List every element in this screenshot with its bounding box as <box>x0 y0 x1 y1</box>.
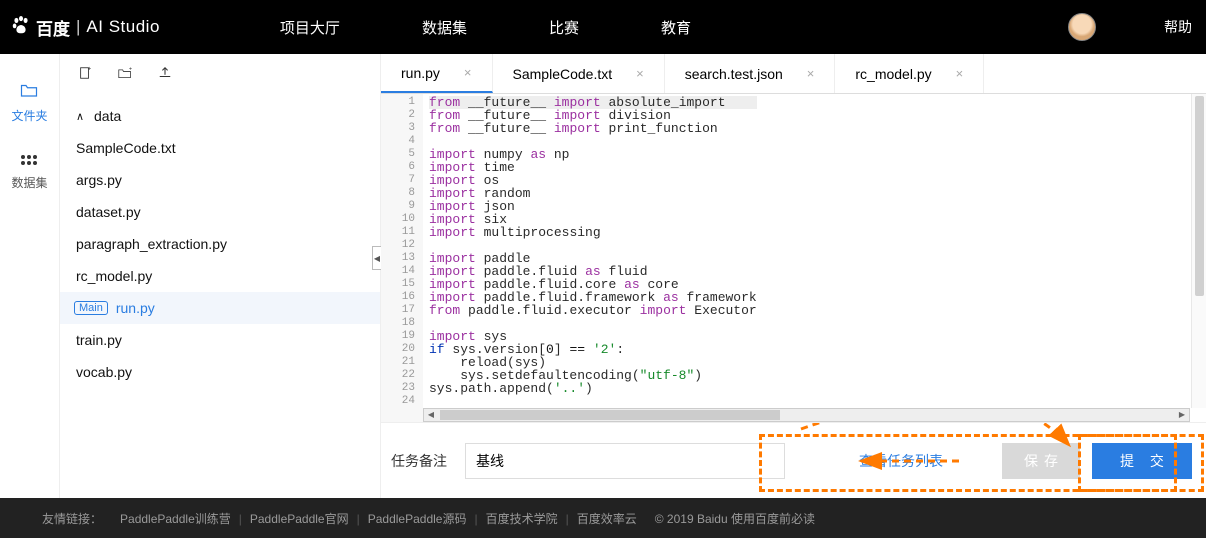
submit-button[interactable]: 提 交 <box>1092 443 1192 479</box>
close-icon[interactable]: × <box>807 66 815 81</box>
nav-projects[interactable]: 项目大厅 <box>280 17 340 38</box>
tree-file-rc_model-py[interactable]: rc_model.py <box>60 260 380 292</box>
editor-vertical-scrollbar[interactable] <box>1191 94 1206 408</box>
editor-horizontal-scrollbar[interactable]: ◀ ▶ <box>423 408 1190 422</box>
code-body[interactable]: from __future__ import absolute_importfr… <box>423 94 763 422</box>
tree-file-label: train.py <box>76 332 122 348</box>
help-link[interactable]: 帮助 <box>1164 17 1192 37</box>
tree-file-run-py[interactable]: Main run.py <box>60 292 380 324</box>
tab-search-test-json[interactable]: search.test.json × <box>665 54 836 93</box>
tree-file-dataset-py[interactable]: dataset.py <box>60 196 380 228</box>
close-icon[interactable]: × <box>464 65 472 80</box>
task-remark-input[interactable] <box>465 443 785 479</box>
new-folder-icon[interactable]: + <box>118 66 132 83</box>
tree-folder-data[interactable]: ∧ data <box>60 100 380 132</box>
logo-ai-text: AI Studio <box>86 17 160 37</box>
footer-link[interactable]: PaddlePaddle源码 <box>368 512 467 526</box>
scroll-right-icon[interactable]: ▶ <box>1175 410 1189 420</box>
nav-competitions[interactable]: 比赛 <box>549 17 579 38</box>
nav-education[interactable]: 教育 <box>661 17 691 38</box>
user-avatar[interactable] <box>1068 13 1096 41</box>
tree-file-label: dataset.py <box>76 204 141 220</box>
tree-file-args-py[interactable]: args.py <box>60 164 380 196</box>
main-badge: Main <box>74 301 108 315</box>
file-toolbar: + + <box>60 54 380 94</box>
footer-link[interactable]: PaddlePaddle官网 <box>250 512 349 526</box>
editor-area: ◀ run.py×SampleCode.txt×search.test.json… <box>380 54 1206 498</box>
rail-files-label: 文件夹 <box>11 107 47 124</box>
new-file-icon[interactable]: + <box>78 66 92 83</box>
tree-folder-label: data <box>94 108 121 124</box>
grid-icon <box>20 152 38 168</box>
logo-baidu-text: 百度 <box>36 15 70 40</box>
footer-label: 友情链接： <box>42 510 102 527</box>
tree-file-label: SampleCode.txt <box>76 140 176 156</box>
tab-rc_model-py[interactable]: rc_model.py × <box>835 54 984 93</box>
tree-file-label: vocab.py <box>76 364 132 380</box>
chevron-up-icon: ∧ <box>76 110 86 123</box>
main-nav: 项目大厅 数据集 比赛 教育 <box>280 17 691 38</box>
tree-file-SampleCode-txt[interactable]: SampleCode.txt <box>60 132 380 164</box>
close-icon[interactable]: × <box>636 66 644 81</box>
tab-label: search.test.json <box>685 66 783 82</box>
footer-link[interactable]: 百度技术学院 <box>486 512 558 526</box>
left-rail: 文件夹 数据集 <box>0 54 60 498</box>
task-remark-label: 任务备注 <box>391 451 447 471</box>
tab-label: SampleCode.txt <box>513 66 613 82</box>
tree-file-label: rc_model.py <box>76 268 152 284</box>
footer-copyright: © 2019 Baidu 使用百度前必读 <box>655 510 815 527</box>
svg-text:+: + <box>88 66 92 72</box>
logo[interactable]: 百度 | AI Studio <box>10 14 160 41</box>
collapse-sidebar-button[interactable]: ◀ <box>372 246 381 270</box>
rail-datasets-label: 数据集 <box>11 174 47 191</box>
bottom-bar: 任务备注 查看任务列表 保存 提 交 <box>381 422 1206 498</box>
rail-datasets[interactable]: 数据集 <box>11 152 47 191</box>
tree-file-paragraph_extraction-py[interactable]: paragraph_extraction.py <box>60 228 380 260</box>
tree-file-vocab-py[interactable]: vocab.py <box>60 356 380 388</box>
baidu-paw-icon <box>10 14 32 41</box>
view-task-list-link[interactable]: 查看任务列表 <box>859 451 943 471</box>
file-tree: ∧ data SampleCode.txt args.py dataset.py pa… <box>60 94 380 394</box>
nav-datasets[interactable]: 数据集 <box>422 17 467 38</box>
upload-icon[interactable] <box>158 66 172 83</box>
tab-label: run.py <box>401 65 440 81</box>
tree-file-train-py[interactable]: train.py <box>60 324 380 356</box>
footer: 友情链接： PaddlePaddle训练营|PaddlePaddle官网|Pad… <box>0 498 1206 538</box>
save-button[interactable]: 保存 <box>1002 443 1080 479</box>
tree-file-label: paragraph_extraction.py <box>76 236 227 252</box>
tab-label: rc_model.py <box>855 66 931 82</box>
tree-file-label: args.py <box>76 172 122 188</box>
folder-icon <box>20 82 38 101</box>
code-editor[interactable]: 123456789101112131415161718192021222324 … <box>381 94 1206 422</box>
rail-files[interactable]: 文件夹 <box>11 82 47 124</box>
svg-text:+: + <box>129 66 132 72</box>
header: 百度 | AI Studio 项目大厅 数据集 比赛 教育 帮助 <box>0 0 1206 54</box>
scroll-left-icon[interactable]: ◀ <box>424 410 438 420</box>
footer-link[interactable]: 百度效率云 <box>577 512 637 526</box>
tree-file-label: run.py <box>116 300 155 316</box>
editor-tabs: run.py×SampleCode.txt×search.test.json×r… <box>381 54 1206 94</box>
tab-run-py[interactable]: run.py × <box>381 54 493 93</box>
line-gutter: 123456789101112131415161718192021222324 <box>381 94 423 422</box>
logo-separator: | <box>76 17 80 37</box>
close-icon[interactable]: × <box>956 66 964 81</box>
footer-link[interactable]: PaddlePaddle训练营 <box>120 512 231 526</box>
file-panel: + + ∧ data SampleCode.txt args.py dataset.… <box>60 54 380 498</box>
scroll-thumb[interactable] <box>440 410 780 420</box>
tab-SampleCode-txt[interactable]: SampleCode.txt × <box>493 54 665 93</box>
